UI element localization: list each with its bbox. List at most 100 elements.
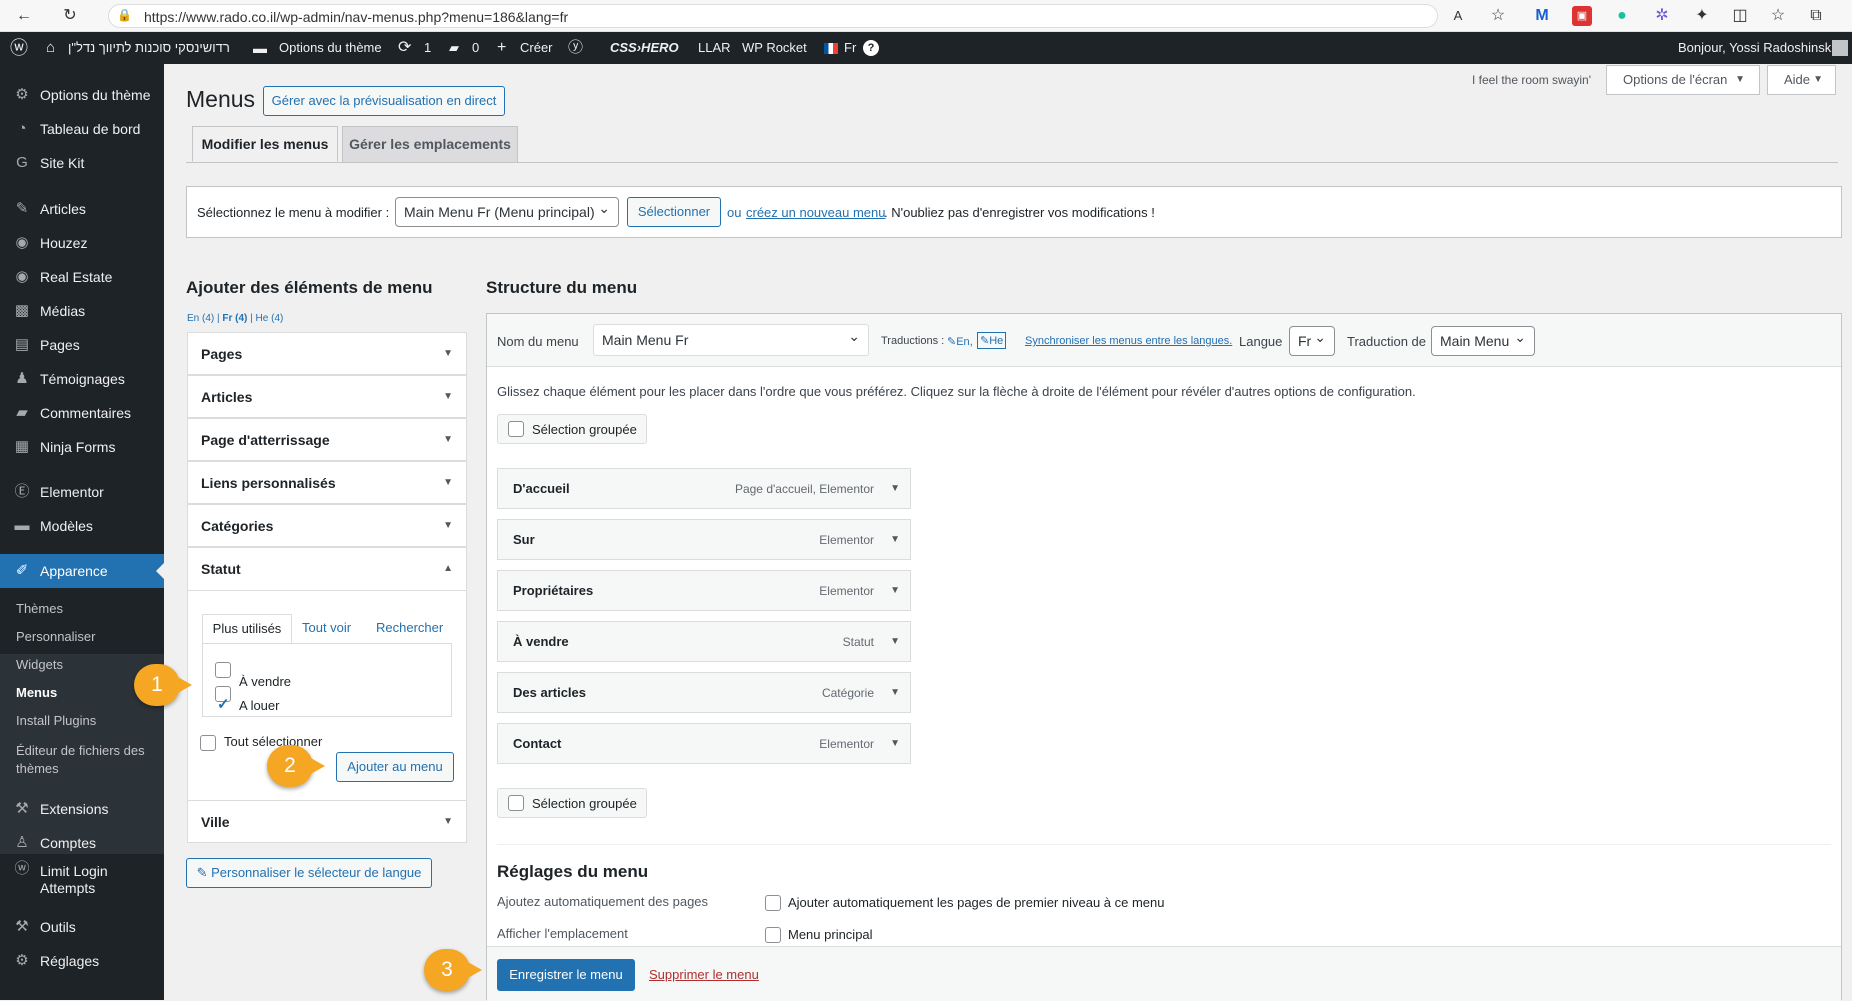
- tab-search[interactable]: Rechercher: [370, 614, 443, 642]
- favorite-star-icon[interactable]: ☆: [1488, 6, 1508, 26]
- sidebar-item-11[interactable]: Ⓔ Elementor: [0, 475, 164, 509]
- screen-options-button[interactable]: Options de l'écran ▼: [1606, 65, 1760, 95]
- lang-he-link[interactable]: He (4): [256, 313, 284, 324]
- extensions-puzzle-icon[interactable]: ✦: [1692, 6, 1712, 26]
- sidebar-item-0[interactable]: ⚙ Options du thème: [0, 78, 164, 112]
- lang-en-link[interactable]: En (4): [187, 313, 214, 324]
- sidebar-item-17[interactable]: ⚒ Outils: [0, 910, 164, 944]
- customize-lang-switcher-button[interactable]: ✎ Personnaliser le sélecteur de langue: [186, 858, 432, 888]
- tab-edit-menus[interactable]: Modifier les menus: [192, 126, 338, 162]
- option-checkbox-for-rent[interactable]: [215, 684, 231, 726]
- sidebar-item-7[interactable]: ▤ Pages: [0, 328, 164, 362]
- arrow-up-icon[interactable]: ▲: [443, 548, 453, 590]
- bulk-select-bottom[interactable]: Sélection groupée: [497, 788, 647, 818]
- sidebar-item-10[interactable]: ▦ Ninja Forms: [0, 430, 164, 464]
- sidebar-item-4[interactable]: ◉ Houzez: [0, 226, 164, 260]
- expand-arrow-icon[interactable]: ▼: [890, 724, 900, 764]
- option-checkbox-for-sale[interactable]: [215, 662, 231, 678]
- address-bar[interactable]: 🔒 https://www.rado.co.il/wp-admin/nav-me…: [108, 4, 1438, 28]
- refresh-icon[interactable]: ↻: [60, 6, 80, 26]
- expand-arrow-icon[interactable]: ▼: [890, 469, 900, 509]
- expand-arrow-icon[interactable]: ▼: [890, 520, 900, 560]
- extension-red-icon[interactable]: ▣: [1572, 6, 1592, 26]
- create-menu-link[interactable]: créez un nouveau menu: [746, 205, 885, 220]
- menu-item[interactable]: Des articles Catégorie ▼: [497, 672, 911, 713]
- language-select[interactable]: Fr: [1289, 323, 1335, 356]
- back-icon[interactable]: ←: [14, 6, 34, 26]
- css-hero-link[interactable]: CSS›HERO: [610, 32, 679, 64]
- bulk-select-checkbox[interactable]: [508, 795, 524, 811]
- sidebar-item-1[interactable]: ◔ Tableau de bord: [0, 112, 164, 146]
- user-greeting[interactable]: Bonjour, Yossi Radoshinski: [1678, 32, 1834, 64]
- site-name[interactable]: רדושינסקי סוכנות לתיווך נדל"ן: [68, 32, 230, 64]
- menu-item[interactable]: D'accueil Page d'accueil, Elementor ▼: [497, 468, 911, 509]
- accordion-city[interactable]: Ville ▼: [187, 800, 467, 843]
- avatar[interactable]: [1832, 40, 1848, 56]
- menu-item[interactable]: Sur Elementor ▼: [497, 519, 911, 560]
- submenu-item-5[interactable]: Éditeur de fichiers des thèmes: [16, 742, 156, 778]
- extension-m-icon[interactable]: M: [1532, 6, 1552, 26]
- sidebar-item-16[interactable]: ⓦ Limit Login Attempts: [0, 860, 164, 900]
- read-aloud-icon[interactable]: A: [1448, 6, 1468, 26]
- tab-most-used[interactable]: Plus utilisés: [202, 614, 292, 644]
- updates-icon[interactable]: ⟳: [398, 32, 411, 64]
- expand-arrow-icon[interactable]: ▼: [890, 571, 900, 611]
- comments-icon[interactable]: ▰: [449, 32, 459, 64]
- accordion-articles[interactable]: Articles ▼: [187, 375, 467, 418]
- sidebar-item-6[interactable]: ▩ Médias: [0, 294, 164, 328]
- menu-name-input[interactable]: Main Menu Fr: [593, 321, 869, 356]
- menu-select-dropdown[interactable]: Main Menu Fr (Menu principal): [395, 194, 619, 227]
- wordpress-logo-icon[interactable]: ⓦ: [10, 32, 28, 64]
- select-all-checkbox[interactable]: [200, 735, 216, 751]
- sidebar-item-14[interactable]: ⚒ Extensions: [0, 792, 164, 826]
- sidebar-item-13[interactable]: ✐ Apparence: [0, 554, 164, 588]
- lang-switcher[interactable]: Fr: [844, 32, 856, 64]
- tab-view-all[interactable]: Tout voir: [296, 614, 351, 642]
- save-menu-button[interactable]: Enregistrer le menu: [497, 959, 635, 991]
- menu-item[interactable]: À vendre Statut ▼: [497, 621, 911, 662]
- expand-arrow-icon[interactable]: ▼: [890, 673, 900, 713]
- sidebar-item-3[interactable]: ✎ Articles: [0, 192, 164, 226]
- select-menu-button[interactable]: Sélectionner: [627, 197, 721, 227]
- submenu-item-4[interactable]: Install Plugins: [16, 712, 96, 730]
- collections-icon[interactable]: ⧉: [1806, 6, 1826, 26]
- bulk-select-top[interactable]: Sélection groupée: [497, 414, 647, 444]
- home-icon[interactable]: ⌂: [46, 32, 55, 64]
- live-preview-button[interactable]: Gérer avec la prévisualisation en direct: [263, 86, 505, 116]
- translation-he-link[interactable]: ✎He: [977, 332, 1007, 349]
- tab-manage-locations[interactable]: Gérer les emplacements: [342, 126, 518, 162]
- location-checkbox[interactable]: [765, 927, 781, 943]
- sidebar-item-2[interactable]: G Site Kit: [0, 146, 164, 180]
- delete-menu-link[interactable]: Supprimer le menu: [649, 967, 759, 982]
- grammarly-icon[interactable]: ●: [1612, 6, 1632, 26]
- yoast-icon[interactable]: ⓨ: [568, 32, 583, 64]
- sidebar-item-12[interactable]: ▬ Modèles: [0, 509, 164, 543]
- bulk-select-checkbox[interactable]: [508, 421, 524, 437]
- accordion-landing-page[interactable]: Page d'atterrissage ▼: [187, 418, 467, 461]
- expand-arrow-icon[interactable]: ▼: [890, 622, 900, 662]
- sidebar-item-18[interactable]: ⚙ Réglages: [0, 944, 164, 978]
- sidebar-item-8[interactable]: ♟ Témoignages: [0, 362, 164, 396]
- sidebar-item-15[interactable]: ♙ Comptes: [0, 826, 164, 860]
- accordion-pages[interactable]: Pages ▼: [187, 332, 467, 375]
- accordion-categories[interactable]: Catégories ▼: [187, 504, 467, 547]
- extension-gear-icon[interactable]: ✲: [1652, 6, 1672, 26]
- add-to-menu-button[interactable]: Ajouter au menu: [336, 752, 454, 782]
- llar-link[interactable]: LLAR: [698, 32, 731, 64]
- menu-item[interactable]: Propriétaires Elementor ▼: [497, 570, 911, 611]
- theme-options-link[interactable]: Options du thème: [279, 32, 382, 64]
- sidebar-item-5[interactable]: ◉ Real Estate: [0, 260, 164, 294]
- new-content-link[interactable]: Créer: [520, 32, 553, 64]
- submenu-item-1[interactable]: Personnaliser: [16, 628, 96, 646]
- submenu-item-2[interactable]: Widgets: [16, 656, 63, 674]
- help-button[interactable]: Aide ▼: [1767, 65, 1836, 95]
- lang-fr-link[interactable]: Fr (4): [222, 313, 247, 324]
- accordion-custom-links[interactable]: Liens personnalisés ▼: [187, 461, 467, 504]
- menu-item[interactable]: Contact Elementor ▼: [497, 723, 911, 764]
- favorites-icon[interactable]: ☆: [1768, 6, 1788, 26]
- accordion-label[interactable]: Statut: [201, 561, 241, 577]
- sync-menus-link[interactable]: Synchroniser les menus entre les langues…: [1025, 335, 1232, 347]
- sidebar-item-9[interactable]: ▰ Commentaires: [0, 396, 164, 430]
- help-icon[interactable]: ?: [863, 40, 879, 56]
- translation-en-link[interactable]: ✎En,: [947, 335, 973, 348]
